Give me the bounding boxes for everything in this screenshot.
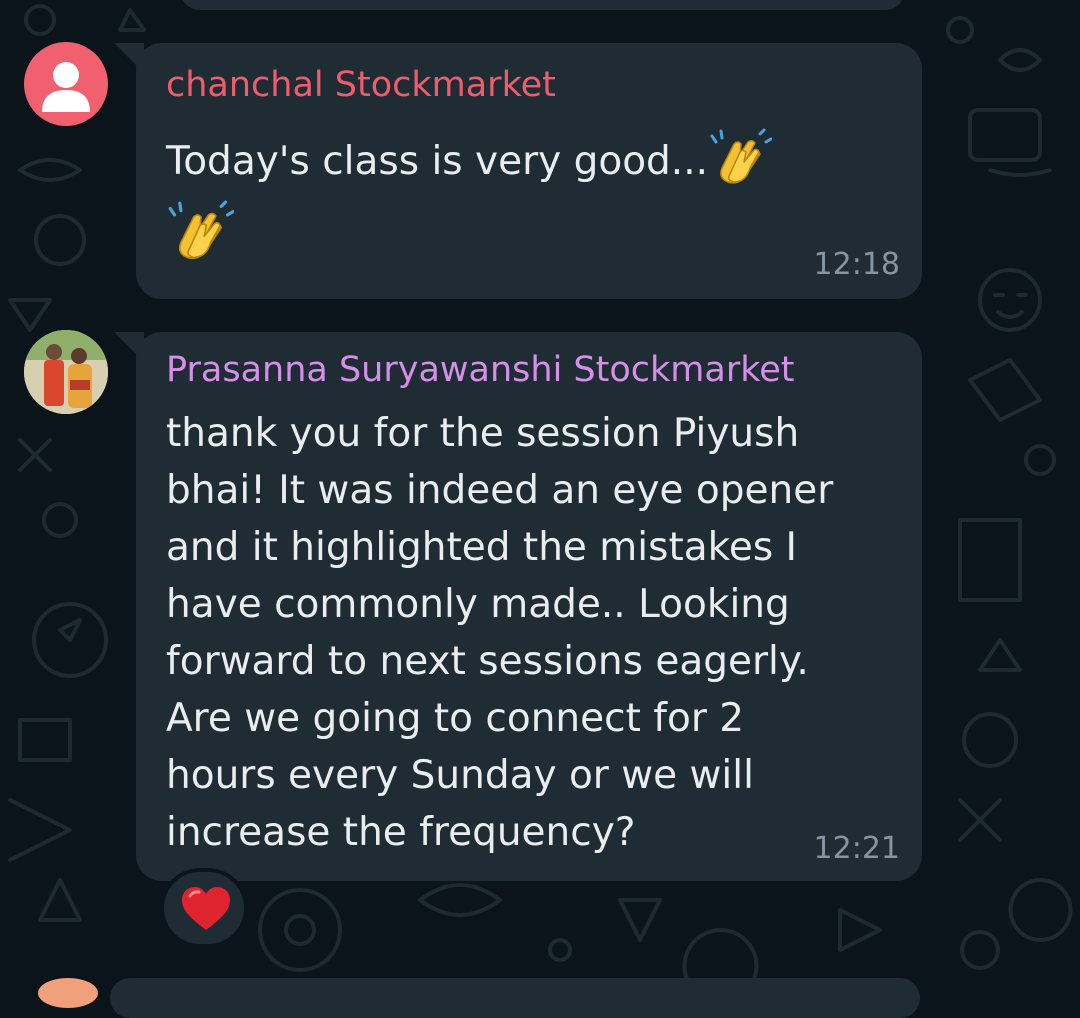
red-heart-icon (182, 887, 230, 930)
message-bubble[interactable]: chanchal Stockmarket Today's class is ve… (136, 43, 922, 299)
profile-photo-icon (24, 330, 108, 414)
clapping-hands-icon (168, 200, 234, 260)
sender-name[interactable]: chanchal Stockmarket (166, 63, 556, 107)
previous-message-bubble[interactable] (180, 0, 905, 10)
message-timestamp: 12:21 (813, 831, 900, 866)
next-message-bubble[interactable] (110, 978, 920, 1018)
sender-avatar-default[interactable] (24, 42, 108, 126)
message-reaction[interactable]: ❤️ (160, 868, 248, 948)
message-text: thank you for the session Piyush bhai! I… (166, 411, 834, 855)
message-timestamp: 12:18 (813, 247, 900, 282)
message-text: Today's class is very good... (166, 128, 773, 192)
message-bubble[interactable]: Prasanna Suryawanshi Stockmarket thank y… (136, 332, 922, 881)
next-sender-avatar[interactable] (38, 978, 98, 1008)
person-icon (42, 62, 90, 112)
sender-name[interactable]: Prasanna Suryawanshi Stockmarket (166, 348, 795, 392)
clapping-hands-icon (710, 128, 773, 184)
sender-avatar-photo[interactable] (24, 330, 108, 414)
